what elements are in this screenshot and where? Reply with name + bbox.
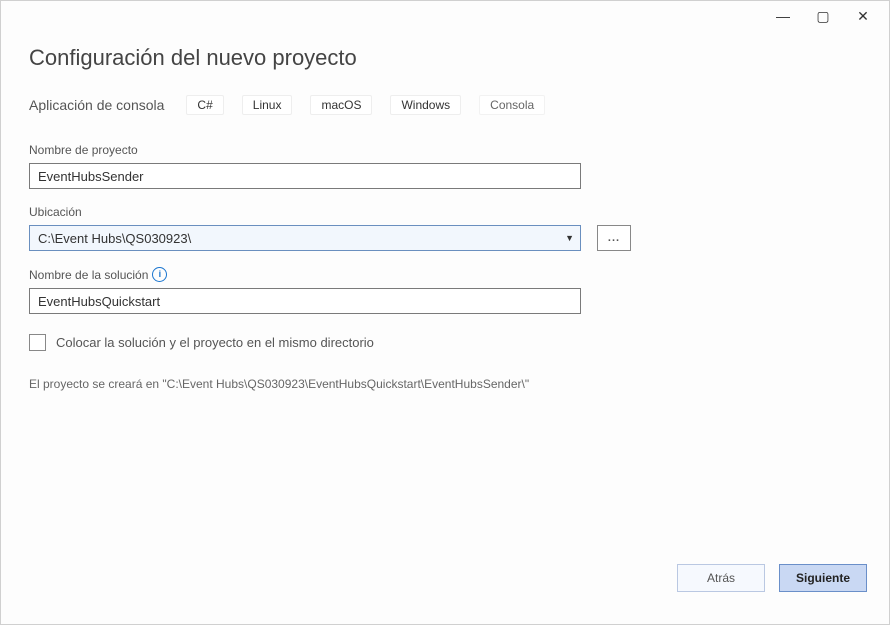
- tag-linux: Linux: [242, 95, 293, 115]
- same-directory-label: Colocar la solución y el proyecto en el …: [56, 335, 374, 350]
- tag-windows: Windows: [390, 95, 461, 115]
- back-button[interactable]: Atrás: [677, 564, 765, 592]
- minimize-button[interactable]: —: [763, 5, 803, 27]
- project-name-input[interactable]: [29, 163, 581, 189]
- location-row: C:\Event Hubs\QS030923\ ▼ ...: [29, 225, 861, 251]
- project-name-label: Nombre de proyecto: [29, 143, 861, 157]
- template-row: Aplicación de consola C# Linux macOS Win…: [29, 95, 861, 115]
- tag-macos: macOS: [310, 95, 372, 115]
- tag-csharp: C#: [186, 95, 223, 115]
- location-value: C:\Event Hubs\QS030923\: [38, 231, 191, 246]
- solution-name-input[interactable]: [29, 288, 581, 314]
- solution-name-label: Nombre de la solución i: [29, 267, 861, 282]
- path-preview: El proyecto se creará en "C:\Event Hubs\…: [29, 377, 861, 391]
- close-button[interactable]: ✕: [843, 5, 883, 27]
- new-project-config-window: — ▢ ✕ Configuración del nuevo proyecto A…: [0, 0, 890, 625]
- footer: Atrás Siguiente: [1, 548, 889, 624]
- content-area: Configuración del nuevo proyecto Aplicac…: [1, 35, 889, 548]
- browse-button[interactable]: ...: [597, 225, 631, 251]
- page-title: Configuración del nuevo proyecto: [29, 45, 861, 71]
- solution-name-label-text: Nombre de la solución: [29, 268, 148, 282]
- tag-consola: Consola: [479, 95, 545, 115]
- template-name: Aplicación de consola: [29, 97, 164, 113]
- maximize-button[interactable]: ▢: [803, 5, 843, 27]
- chevron-down-icon: ▼: [565, 233, 574, 243]
- info-icon[interactable]: i: [152, 267, 167, 282]
- next-button[interactable]: Siguiente: [779, 564, 867, 592]
- same-directory-checkbox[interactable]: [29, 334, 46, 351]
- location-combo[interactable]: C:\Event Hubs\QS030923\ ▼: [29, 225, 581, 251]
- same-directory-row: Colocar la solución y el proyecto en el …: [29, 334, 861, 351]
- titlebar: — ▢ ✕: [1, 1, 889, 35]
- location-label: Ubicación: [29, 205, 861, 219]
